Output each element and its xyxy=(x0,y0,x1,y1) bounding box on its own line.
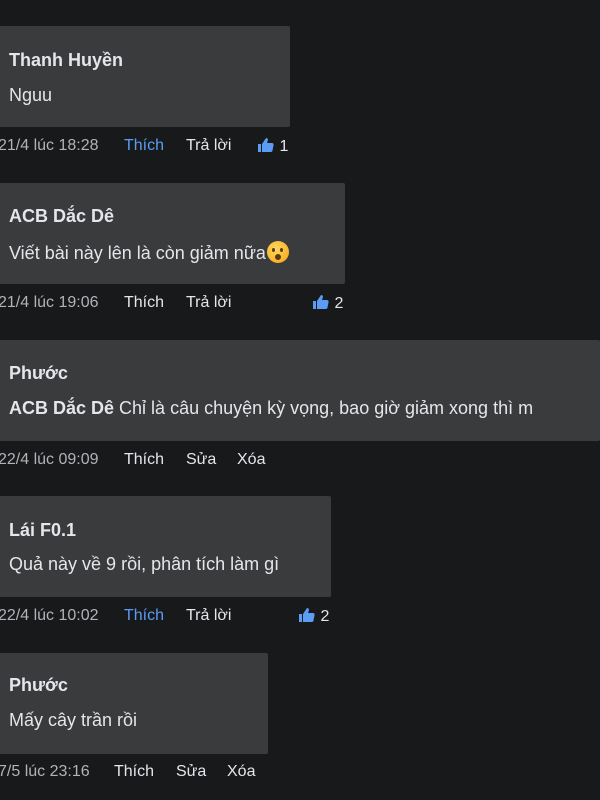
reply-button[interactable]: Trả lời xyxy=(186,607,231,625)
comment-text: Nguu xyxy=(9,85,53,105)
comment-meta: 7/5 lúc 23:16 Thích Sửa Xóa xyxy=(0,763,600,785)
comment-meta: 21/4 lúc 18:28 Thích Trả lời 1 xyxy=(0,137,600,159)
reaction-count: 2 xyxy=(334,295,344,312)
comment-item: Lái F0.1 Quả này về 9 rồi, phân tích làm… xyxy=(0,496,331,597)
comment-timestamp[interactable]: 22/4 lúc 09:09 xyxy=(0,451,99,469)
comment-timestamp[interactable]: 22/4 lúc 10:02 xyxy=(0,607,99,625)
comment-bubble: Phước ACB Dắc Dê Chỉ là câu chuyện kỳ vọ… xyxy=(0,340,600,441)
comment-author[interactable]: Phước xyxy=(9,363,68,384)
delete-button[interactable]: Xóa xyxy=(237,451,265,469)
reaction-summary[interactable]: 1 xyxy=(257,137,288,156)
comment-text: Mấy cây trần rồi xyxy=(9,710,138,730)
comment-meta: 22/4 lúc 10:02 Thích Trả lời 2 xyxy=(0,607,600,629)
comment-text: Quả này về 9 rồi, phân tích làm gì xyxy=(9,554,280,574)
edit-button[interactable]: Sửa xyxy=(176,763,206,781)
comment-author[interactable]: Phước xyxy=(9,675,68,696)
comment-item: ACB Dắc Dê Viết bài này lên là còn giảm … xyxy=(0,183,345,284)
comment-timestamp[interactable]: 21/4 lúc 19:06 xyxy=(0,294,99,312)
thumbs-up-icon xyxy=(313,295,329,309)
comment-meta: 22/4 lúc 09:09 Thích Sửa Xóa xyxy=(0,451,600,473)
comment-text: ACB Dắc Dê Chỉ là câu chuyện kỳ vọng, ba… xyxy=(9,398,533,419)
comment-bubble: Phước Mấy cây trần rồi xyxy=(0,653,268,754)
like-button[interactable]: Thích xyxy=(124,607,164,625)
reply-button[interactable]: Trả lời xyxy=(186,294,231,312)
comment-feed: Thanh Huyền Nguu 21/4 lúc 18:28 Thích Tr… xyxy=(0,0,600,800)
comment-bubble: Lái F0.1 Quả này về 9 rồi, phân tích làm… xyxy=(0,496,331,597)
reaction-count: 2 xyxy=(320,608,330,625)
comment-text: Viết bài này lên là còn giảm nữa xyxy=(9,241,289,264)
edit-button[interactable]: Sửa xyxy=(186,451,216,469)
comment-author[interactable]: ACB Dắc Dê xyxy=(9,206,114,227)
reply-button[interactable]: Trả lời xyxy=(186,137,231,155)
thumbs-up-icon xyxy=(299,608,315,622)
comment-text-body: Chỉ là câu chuyện kỳ vọng, bao giờ giảm … xyxy=(119,398,534,418)
comment-item: Phước Mấy cây trần rồi xyxy=(0,653,268,754)
comment-bubble: ACB Dắc Dê Viết bài này lên là còn giảm … xyxy=(0,183,345,284)
comment-text-body: Viết bài này lên là còn giảm nữa xyxy=(9,243,266,263)
comment-author[interactable]: Thanh Huyền xyxy=(9,50,123,71)
comment-item: Thanh Huyền Nguu xyxy=(0,26,290,127)
comment-item: Phước ACB Dắc Dê Chỉ là câu chuyện kỳ vọ… xyxy=(0,340,600,441)
reaction-summary[interactable]: 2 xyxy=(298,607,329,626)
delete-button[interactable]: Xóa xyxy=(227,763,255,781)
like-button[interactable]: Thích xyxy=(124,451,164,469)
kissing-face-emoji-icon xyxy=(266,241,289,263)
like-button[interactable]: Thích xyxy=(124,294,164,312)
comment-author[interactable]: Lái F0.1 xyxy=(9,520,76,541)
like-button[interactable]: Thích xyxy=(124,137,164,155)
comment-meta: 21/4 lúc 19:06 Thích Trả lời 2 xyxy=(0,294,600,316)
reaction-summary[interactable]: 2 xyxy=(312,294,343,313)
comment-bubble: Thanh Huyền Nguu xyxy=(0,26,290,127)
comment-timestamp[interactable]: 7/5 lúc 23:16 xyxy=(0,763,90,781)
mention-link[interactable]: ACB Dắc Dê xyxy=(9,398,114,418)
thumbs-up-icon xyxy=(258,138,274,152)
like-button[interactable]: Thích xyxy=(114,763,154,781)
comment-timestamp[interactable]: 21/4 lúc 18:28 xyxy=(0,137,99,155)
reaction-count: 1 xyxy=(279,138,289,155)
